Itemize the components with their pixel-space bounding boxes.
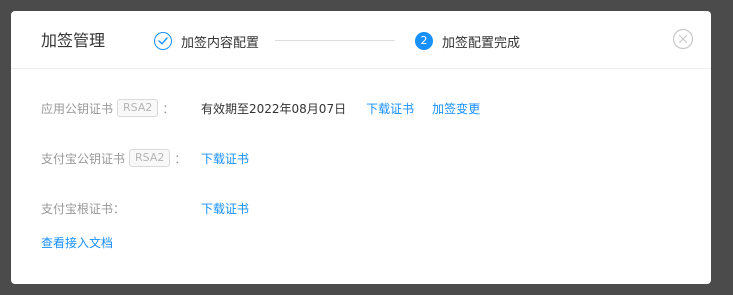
app-public-key-cert-row: 应用公钥证书 RSA2 ： 有效期至2022年08月07日 下载证书 加签变更 — [41, 98, 480, 118]
download-cert-link[interactable]: 下载证书 — [366, 100, 414, 117]
alipay-root-cert-row: 支付宝根证书 ： 下载证书 — [41, 198, 249, 218]
close-circle-icon — [672, 28, 694, 50]
check-icon — [154, 32, 172, 50]
row-label: 应用公钥证书 RSA2 ： — [41, 99, 174, 117]
label-text: 支付宝根证书 — [41, 201, 114, 216]
step-number: 2 — [415, 32, 433, 50]
label-colon: ： — [174, 151, 187, 166]
view-docs-link[interactable]: 查看接入文档 — [41, 234, 113, 251]
dialog-title: 加签管理 — [41, 31, 106, 50]
change-sign-link[interactable]: 加签变更 — [432, 100, 480, 117]
label-text: 应用公钥证书 — [41, 101, 114, 116]
row-values: 有效期至2022年08月07日 下载证书 加签变更 — [201, 98, 480, 118]
row-label: 支付宝公钥证书 RSA2 ： — [41, 149, 186, 167]
step-connector-line — [275, 40, 395, 41]
row-values: 下载证书 — [201, 198, 249, 218]
sign-management-dialog: 加签管理 加签内容配置 2 加签配置完成 应用公钥证书 RSA2 ： 有效期至2… — [11, 11, 711, 284]
row-values: 下载证书 — [201, 148, 249, 168]
alipay-public-key-cert-row: 支付宝公钥证书 RSA2 ： 下载证书 — [41, 148, 249, 168]
step-label: 加签内容配置 — [181, 35, 260, 51]
close-button[interactable] — [672, 28, 694, 50]
label-text: 支付宝公钥证书 — [41, 151, 126, 166]
step-content-config: 加签内容配置 — [154, 30, 259, 52]
algorithm-badge: RSA2 — [129, 149, 171, 167]
modal-overlay: 加签管理 加签内容配置 2 加签配置完成 应用公钥证书 RSA2 ： 有效期至2… — [0, 0, 733, 295]
dialog-header: 加签管理 加签内容配置 2 加签配置完成 — [11, 11, 711, 69]
step-label: 加签配置完成 — [442, 35, 521, 51]
download-cert-link[interactable]: 下载证书 — [201, 200, 249, 217]
label-colon: ： — [113, 201, 126, 216]
step-config-complete: 2 加签配置完成 — [415, 30, 520, 52]
validity-text: 有效期至2022年08月07日 — [201, 101, 347, 116]
row-label: 支付宝根证书 ： — [41, 200, 125, 217]
algorithm-badge: RSA2 — [117, 99, 159, 117]
label-colon: ： — [162, 101, 175, 116]
download-cert-link[interactable]: 下载证书 — [201, 150, 249, 167]
